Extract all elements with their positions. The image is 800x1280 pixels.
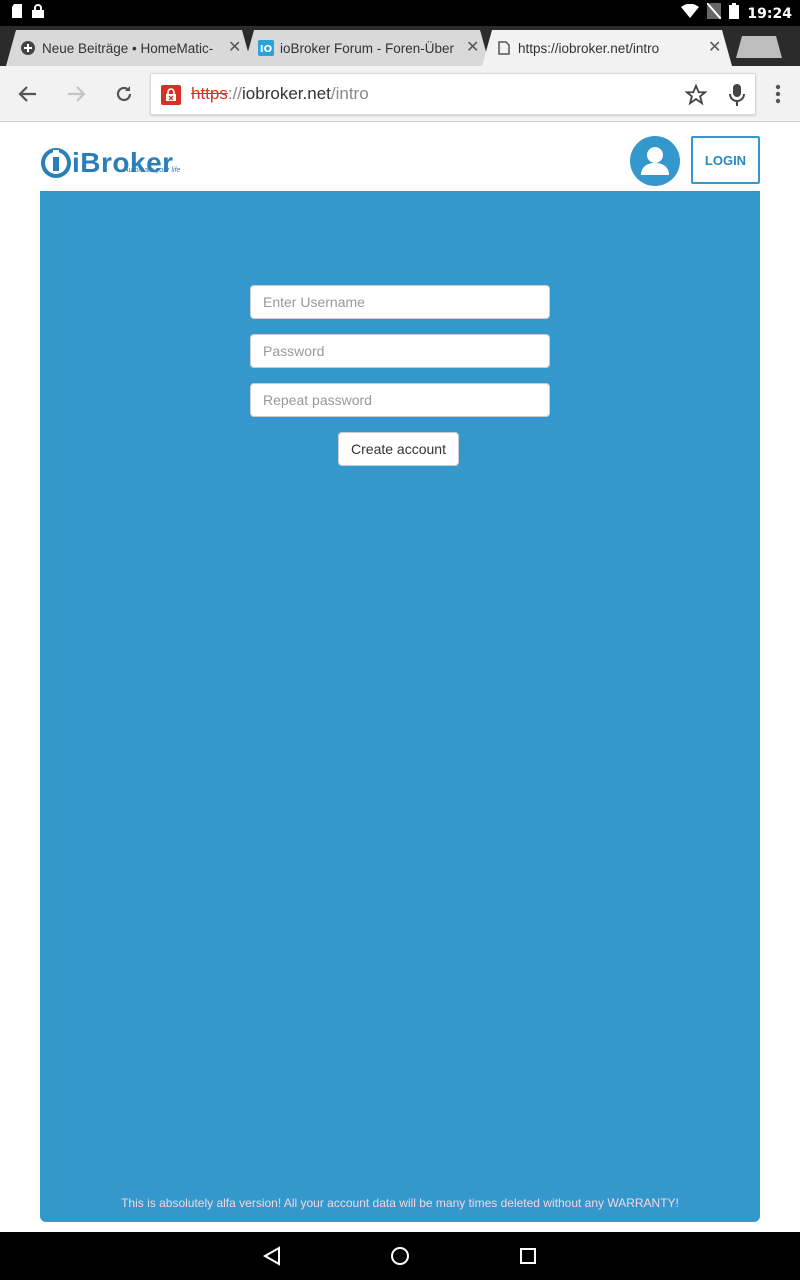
tab-iobroker-forum[interactable]: IO ioBroker Forum - Foren-Über ✕ [244, 30, 490, 66]
tab-title: Neue Beiträge • HomeMatic- [42, 40, 214, 56]
reload-icon [116, 86, 132, 102]
alpha-disclaimer: This is absolutely alfa version! All you… [121, 1196, 679, 1210]
close-icon[interactable]: ✕ [466, 40, 480, 56]
no-sim-icon [706, 2, 723, 24]
home-nav-button[interactable] [388, 1244, 412, 1268]
close-icon[interactable]: ✕ [708, 40, 722, 56]
tab-title: ioBroker Forum - Foren-Über [280, 40, 455, 56]
menu-button[interactable] [766, 82, 790, 106]
svg-text:IO: IO [260, 44, 272, 55]
reload-button[interactable] [112, 82, 136, 106]
iobroker-logo[interactable]: iBroker [40, 147, 174, 179]
registration-form: Create account [250, 285, 550, 466]
close-icon[interactable]: ✕ [228, 40, 242, 56]
url-host: iobroker.net [242, 84, 331, 103]
document-icon [496, 40, 512, 56]
status-bar: 19:24 [0, 0, 800, 26]
circle-home-icon [391, 1247, 409, 1265]
forward-button[interactable] [64, 82, 88, 106]
logo-circle-icon [41, 148, 71, 178]
logo-tagline: Automate your life [124, 167, 181, 174]
repeat-password-input[interactable] [250, 383, 550, 417]
tab-iobroker-intro[interactable]: https://iobroker.net/intro ✕ [482, 30, 732, 66]
microphone-icon[interactable] [729, 83, 745, 112]
tab-homematic[interactable]: Neue Beiträge • HomeMatic- ✕ [6, 30, 252, 66]
back-nav-button[interactable] [260, 1244, 284, 1268]
plus-circle-icon [20, 40, 36, 56]
registration-panel: Create account This is absolutely alfa v… [40, 191, 760, 1222]
arrow-left-icon [18, 86, 36, 102]
back-button[interactable] [16, 82, 40, 106]
url-path: /intro [330, 84, 369, 103]
url-text[interactable]: https://iobroker.net/intro [191, 84, 369, 104]
site-header: iBroker Automate your life LOGIN [40, 133, 760, 193]
lock-icon [32, 4, 44, 23]
sd-card-icon [12, 4, 22, 23]
login-button[interactable]: LOGIN [691, 136, 760, 184]
user-icon [641, 147, 669, 175]
url-separator: :// [227, 84, 243, 103]
create-account-button[interactable]: Create account [338, 432, 459, 466]
wifi-icon [681, 3, 700, 23]
battery-icon [729, 3, 740, 24]
clock: 19:24 [747, 5, 792, 22]
tab-title: https://iobroker.net/intro [518, 40, 660, 56]
url-scheme: https [191, 84, 228, 103]
password-input[interactable] [250, 334, 550, 368]
username-input[interactable] [250, 285, 550, 319]
new-tab-button[interactable] [736, 36, 782, 58]
user-avatar-button[interactable] [630, 136, 680, 186]
web-page: iBroker Automate your life LOGIN Create … [0, 123, 800, 1231]
bookmark-star-icon[interactable] [684, 83, 708, 111]
tab-strip: Neue Beiträge • HomeMatic- ✕ IO ioBroker… [0, 26, 800, 66]
browser-toolbar: https://iobroker.net/intro [0, 66, 800, 122]
insecure-lock-icon[interactable] [161, 85, 181, 105]
arrow-right-icon [68, 86, 86, 102]
triangle-back-icon [263, 1246, 280, 1266]
android-nav-bar [0, 1232, 800, 1280]
address-bar[interactable]: https://iobroker.net/intro [150, 73, 756, 115]
more-vert-icon [775, 84, 781, 104]
recents-nav-button[interactable] [516, 1244, 540, 1268]
square-recents-icon [520, 1248, 536, 1264]
iobroker-favicon: IO [258, 40, 274, 56]
